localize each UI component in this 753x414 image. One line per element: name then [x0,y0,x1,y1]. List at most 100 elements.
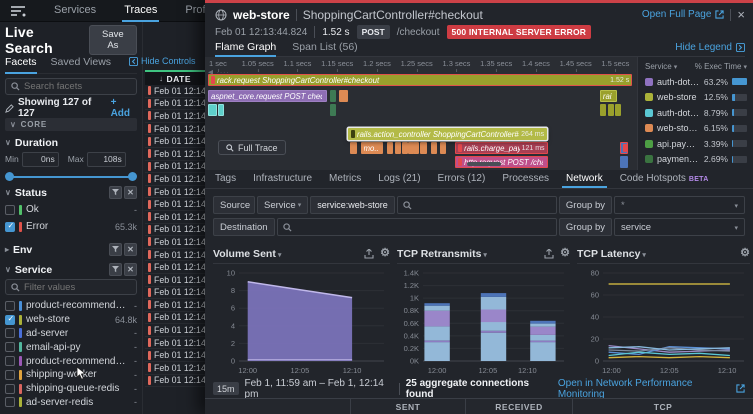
filter-values-input[interactable] [5,279,137,295]
facet-checkbox[interactable] [5,315,15,325]
flame-span[interactable] [620,156,628,168]
status-clear-icon[interactable]: ✕ [124,186,137,199]
time-window-badge[interactable]: 15m [213,382,239,395]
flame-horizontal-scrollbar[interactable] [467,162,501,166]
duration-slider[interactable] [5,173,137,181]
service-facet-row[interactable]: web-store 64.8k [5,313,137,327]
export-icon[interactable] [364,249,374,259]
legend-exec-column[interactable]: % Exec Time [695,62,747,71]
destination-search-field[interactable] [296,222,551,233]
service-facet-row[interactable]: product-recommendati... - [5,354,137,368]
sidebar-tab[interactable]: Facets [5,56,37,73]
trace-row[interactable]: Feb 01 12:14: [145,349,205,362]
trace-row[interactable]: Feb 01 12:14: [145,287,205,300]
status-facet-row[interactable]: Ok - [5,203,137,216]
save-as-button[interactable]: Save As [89,25,137,55]
trace-row[interactable]: Feb 01 12:14: [145,362,205,375]
trace-row[interactable]: Feb 01 12:14: [145,236,205,249]
gear-icon[interactable]: ⚙ [560,248,570,259]
legend-row[interactable]: api.payment.com 3.39% [645,136,747,152]
flame-span[interactable]: rai... [600,90,617,102]
duration-facet-header[interactable]: Duration [5,136,137,149]
column-tcp[interactable]: TCP [572,399,753,414]
search-facets-input[interactable] [5,78,137,95]
facet-checkbox[interactable] [5,384,15,394]
bits-menu-icon[interactable] [10,5,26,17]
flame-span[interactable] [387,142,393,154]
facet-checkbox[interactable] [5,356,15,366]
nav-item[interactable]: Traces [124,0,157,22]
tcp-latency-plot[interactable]: 02040608012:0012:0512:10 [577,265,750,377]
flame-span[interactable] [420,142,428,154]
trace-row[interactable]: Feb 01 12:14: [145,261,205,274]
flame-span[interactable] [608,104,614,116]
service-facet-row[interactable]: ad-server - [5,327,137,341]
source-group-by-select[interactable]: * [614,196,745,214]
trace-row[interactable]: Feb 01 12:14: [145,135,205,148]
flame-span[interactable] [350,142,357,154]
gear-icon[interactable]: ⚙ [740,248,750,259]
add-facet-button[interactable]: Add [111,97,137,119]
trace-row[interactable]: Feb 01 12:14: [145,186,205,199]
status-facet-header[interactable]: Status ✕ [5,186,137,199]
tcp-retransmits-title[interactable]: TCP Retransmits [397,248,487,260]
status-facet-row[interactable]: Error 65.3k [5,220,137,233]
facet-checkbox[interactable] [5,397,15,407]
flame-span[interactable] [413,142,419,154]
column-received[interactable]: RECEIVED [465,399,572,414]
full-trace-button[interactable]: Full Trace [218,140,286,155]
flame-span[interactable] [339,90,347,102]
facet-checkbox[interactable] [5,328,15,338]
sidebar-tab[interactable]: Saved Views [51,56,112,73]
tcp-retransmits-plot[interactable]: 0K0.2K0.4K0.6K0.8K1K1.2K1.4K12:0012:0512… [397,265,570,377]
trace-row[interactable]: Feb 01 12:14: [145,312,205,325]
flame-span[interactable] [208,104,217,116]
legend-row[interactable]: web-store 12.5% [645,90,747,106]
service-facet-row[interactable]: email-api-py - [5,340,137,354]
trace-row[interactable]: Feb 01 12:14: [145,173,205,186]
service-facet-row[interactable]: shipping-worker - [5,368,137,382]
slider-knob-min[interactable] [5,172,14,181]
trace-row[interactable]: Feb 01 12:14: [145,211,205,224]
flame-span[interactable] [440,142,446,154]
flame-span[interactable]: aspnet_core.request POST check-token [208,90,327,102]
tab-span-list[interactable]: Span List (56) [292,41,357,56]
env-filter-icon[interactable] [109,243,122,256]
section-tab[interactable]: Metrics [329,173,361,188]
trace-row[interactable]: Feb 01 12:14: [145,110,205,123]
source-search-field[interactable] [416,200,551,211]
flame-span[interactable] [330,90,336,102]
column-sent[interactable]: SENT [350,399,465,414]
trace-row[interactable]: Feb 01 12:14: [145,85,205,98]
flame-span[interactable] [600,104,606,116]
volume-sent-plot[interactable]: 024681012:0012:0512:10 [213,265,390,377]
trace-row[interactable]: Feb 01 12:14: [145,98,205,111]
section-tab[interactable]: Errors (12) [438,173,486,188]
facet-checkbox[interactable] [5,370,15,380]
facet-checkbox[interactable] [5,342,15,352]
filter-values-field[interactable] [24,282,131,293]
trace-row[interactable]: Feb 01 12:14: [145,324,205,337]
trace-row[interactable]: Feb 01 12:14: [145,274,205,287]
tab-flame-graph[interactable]: Flame Graph [215,41,276,56]
export-icon[interactable] [544,249,554,259]
gear-icon[interactable]: ⚙ [380,248,390,259]
flame-span[interactable] [402,142,408,154]
trace-row[interactable]: Feb 01 12:14: [145,337,205,350]
duration-max-input[interactable] [87,152,126,167]
legend-row[interactable]: auth-dotnet 63.2% [645,74,747,90]
source-search-input[interactable] [397,196,557,214]
section-tab[interactable]: Processes [502,173,549,188]
env-clear-icon[interactable]: ✕ [124,243,137,256]
section-tab[interactable]: Logs (21) [378,173,420,188]
service-facet-row[interactable]: product-recommendati... - [5,299,137,313]
hide-controls-button[interactable]: Hide Controls [129,56,196,66]
volume-sent-title[interactable]: Volume Sent [213,248,281,260]
trace-row[interactable]: Feb 01 12:14: [145,161,205,174]
flame-span[interactable] [330,104,336,116]
search-facets-field[interactable] [24,81,131,92]
flame-span[interactable]: rails.charge_payment 121 ms [455,142,547,154]
legend-row[interactable]: web-store-mon... 6.15% [645,121,747,137]
slider-knob-max[interactable] [128,172,137,181]
flame-span[interactable]: mo... [361,142,383,154]
